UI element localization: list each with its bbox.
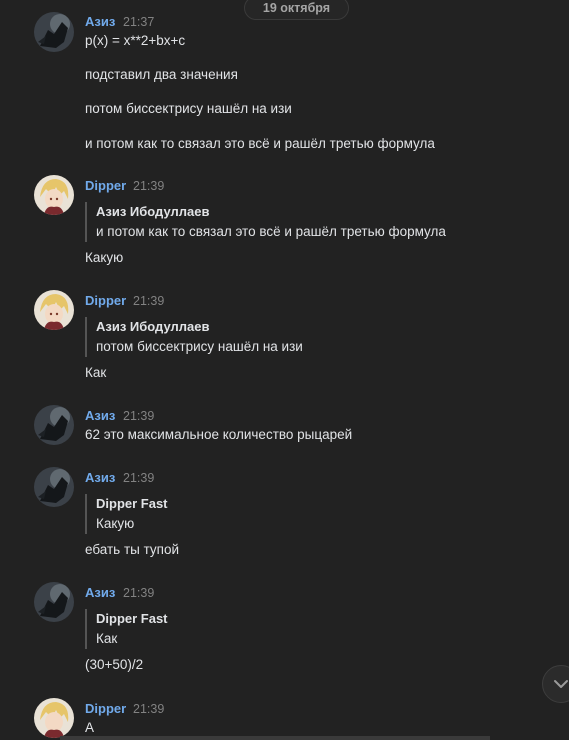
- chat-history[interactable]: 19 октября Азиз 21:37 p(x) = x**2+bx+c п…: [0, 0, 569, 740]
- avatar[interactable]: [34, 698, 74, 738]
- message-author[interactable]: Азиз: [85, 585, 115, 600]
- reply-quote[interactable]: Азиз Ибодуллаев потом биссектрису нашёл …: [85, 317, 303, 357]
- composer-edge: [60, 736, 490, 740]
- message-time[interactable]: 21:37: [123, 15, 154, 29]
- avatar[interactable]: [34, 582, 74, 622]
- anime-avatar-icon: [34, 290, 74, 330]
- message-author[interactable]: Азиз: [85, 470, 115, 485]
- quote-text: потом биссектрису нашёл на изи: [96, 339, 303, 354]
- quote-author: Азиз Ибодуллаев: [96, 319, 210, 334]
- reply-quote[interactable]: Dipper Fast Какую: [85, 494, 168, 534]
- avatar[interactable]: [34, 405, 74, 445]
- quote-author: Dipper Fast: [96, 611, 168, 626]
- message-time[interactable]: 21:39: [133, 179, 164, 193]
- anime-avatar-icon: [34, 698, 74, 738]
- date-divider: 19 октября: [244, 0, 349, 20]
- message-time[interactable]: 21:39: [133, 702, 164, 716]
- message-time[interactable]: 21:39: [133, 294, 164, 308]
- raven-avatar-icon: [34, 405, 74, 445]
- raven-avatar-icon: [34, 582, 74, 622]
- message-time[interactable]: 21:39: [123, 409, 154, 423]
- message-text: Как: [85, 365, 107, 380]
- message-author[interactable]: Dipper: [85, 293, 126, 308]
- message-author[interactable]: Азиз: [85, 14, 115, 29]
- reply-quote[interactable]: Азиз Ибодуллаев и потом как то связал эт…: [85, 202, 446, 242]
- raven-avatar-icon: [34, 467, 74, 507]
- quote-text: и потом как то связал это всё и рашёл тр…: [96, 224, 446, 239]
- avatar[interactable]: [34, 290, 74, 330]
- quote-text: Какую: [96, 516, 135, 531]
- message-text: (30+50)/2: [85, 657, 144, 672]
- anime-avatar-icon: [34, 175, 74, 215]
- chevron-down-icon: [554, 680, 568, 688]
- avatar[interactable]: [34, 175, 74, 215]
- message-author[interactable]: Азиз: [85, 408, 115, 423]
- message-text: А: [85, 720, 95, 735]
- quote-author: Dipper Fast: [96, 496, 168, 511]
- message-time[interactable]: 21:39: [123, 586, 154, 600]
- message-text: Какую: [85, 250, 124, 265]
- message-text: потом биссектрису нашёл на изи: [85, 101, 292, 116]
- message-text: и потом как то связал это всё и рашёл тр…: [85, 136, 435, 151]
- message-author[interactable]: Dipper: [85, 178, 126, 193]
- scroll-down-button[interactable]: [542, 665, 569, 703]
- avatar[interactable]: [34, 467, 74, 507]
- message-text: ебать ты тупой: [85, 542, 180, 557]
- avatar[interactable]: [34, 12, 74, 52]
- message-text: подставил два значения: [85, 67, 238, 82]
- message-author[interactable]: Dipper: [85, 701, 126, 716]
- message-text: 62 это максимальное количество рыцарей: [85, 427, 353, 442]
- quote-text: Как: [96, 631, 118, 646]
- message-text: p(x) = x**2+bx+c: [85, 33, 186, 48]
- message-time[interactable]: 21:39: [123, 471, 154, 485]
- reply-quote[interactable]: Dipper Fast Как: [85, 609, 168, 649]
- raven-avatar-icon: [34, 12, 74, 52]
- quote-author: Азиз Ибодуллаев: [96, 204, 210, 219]
